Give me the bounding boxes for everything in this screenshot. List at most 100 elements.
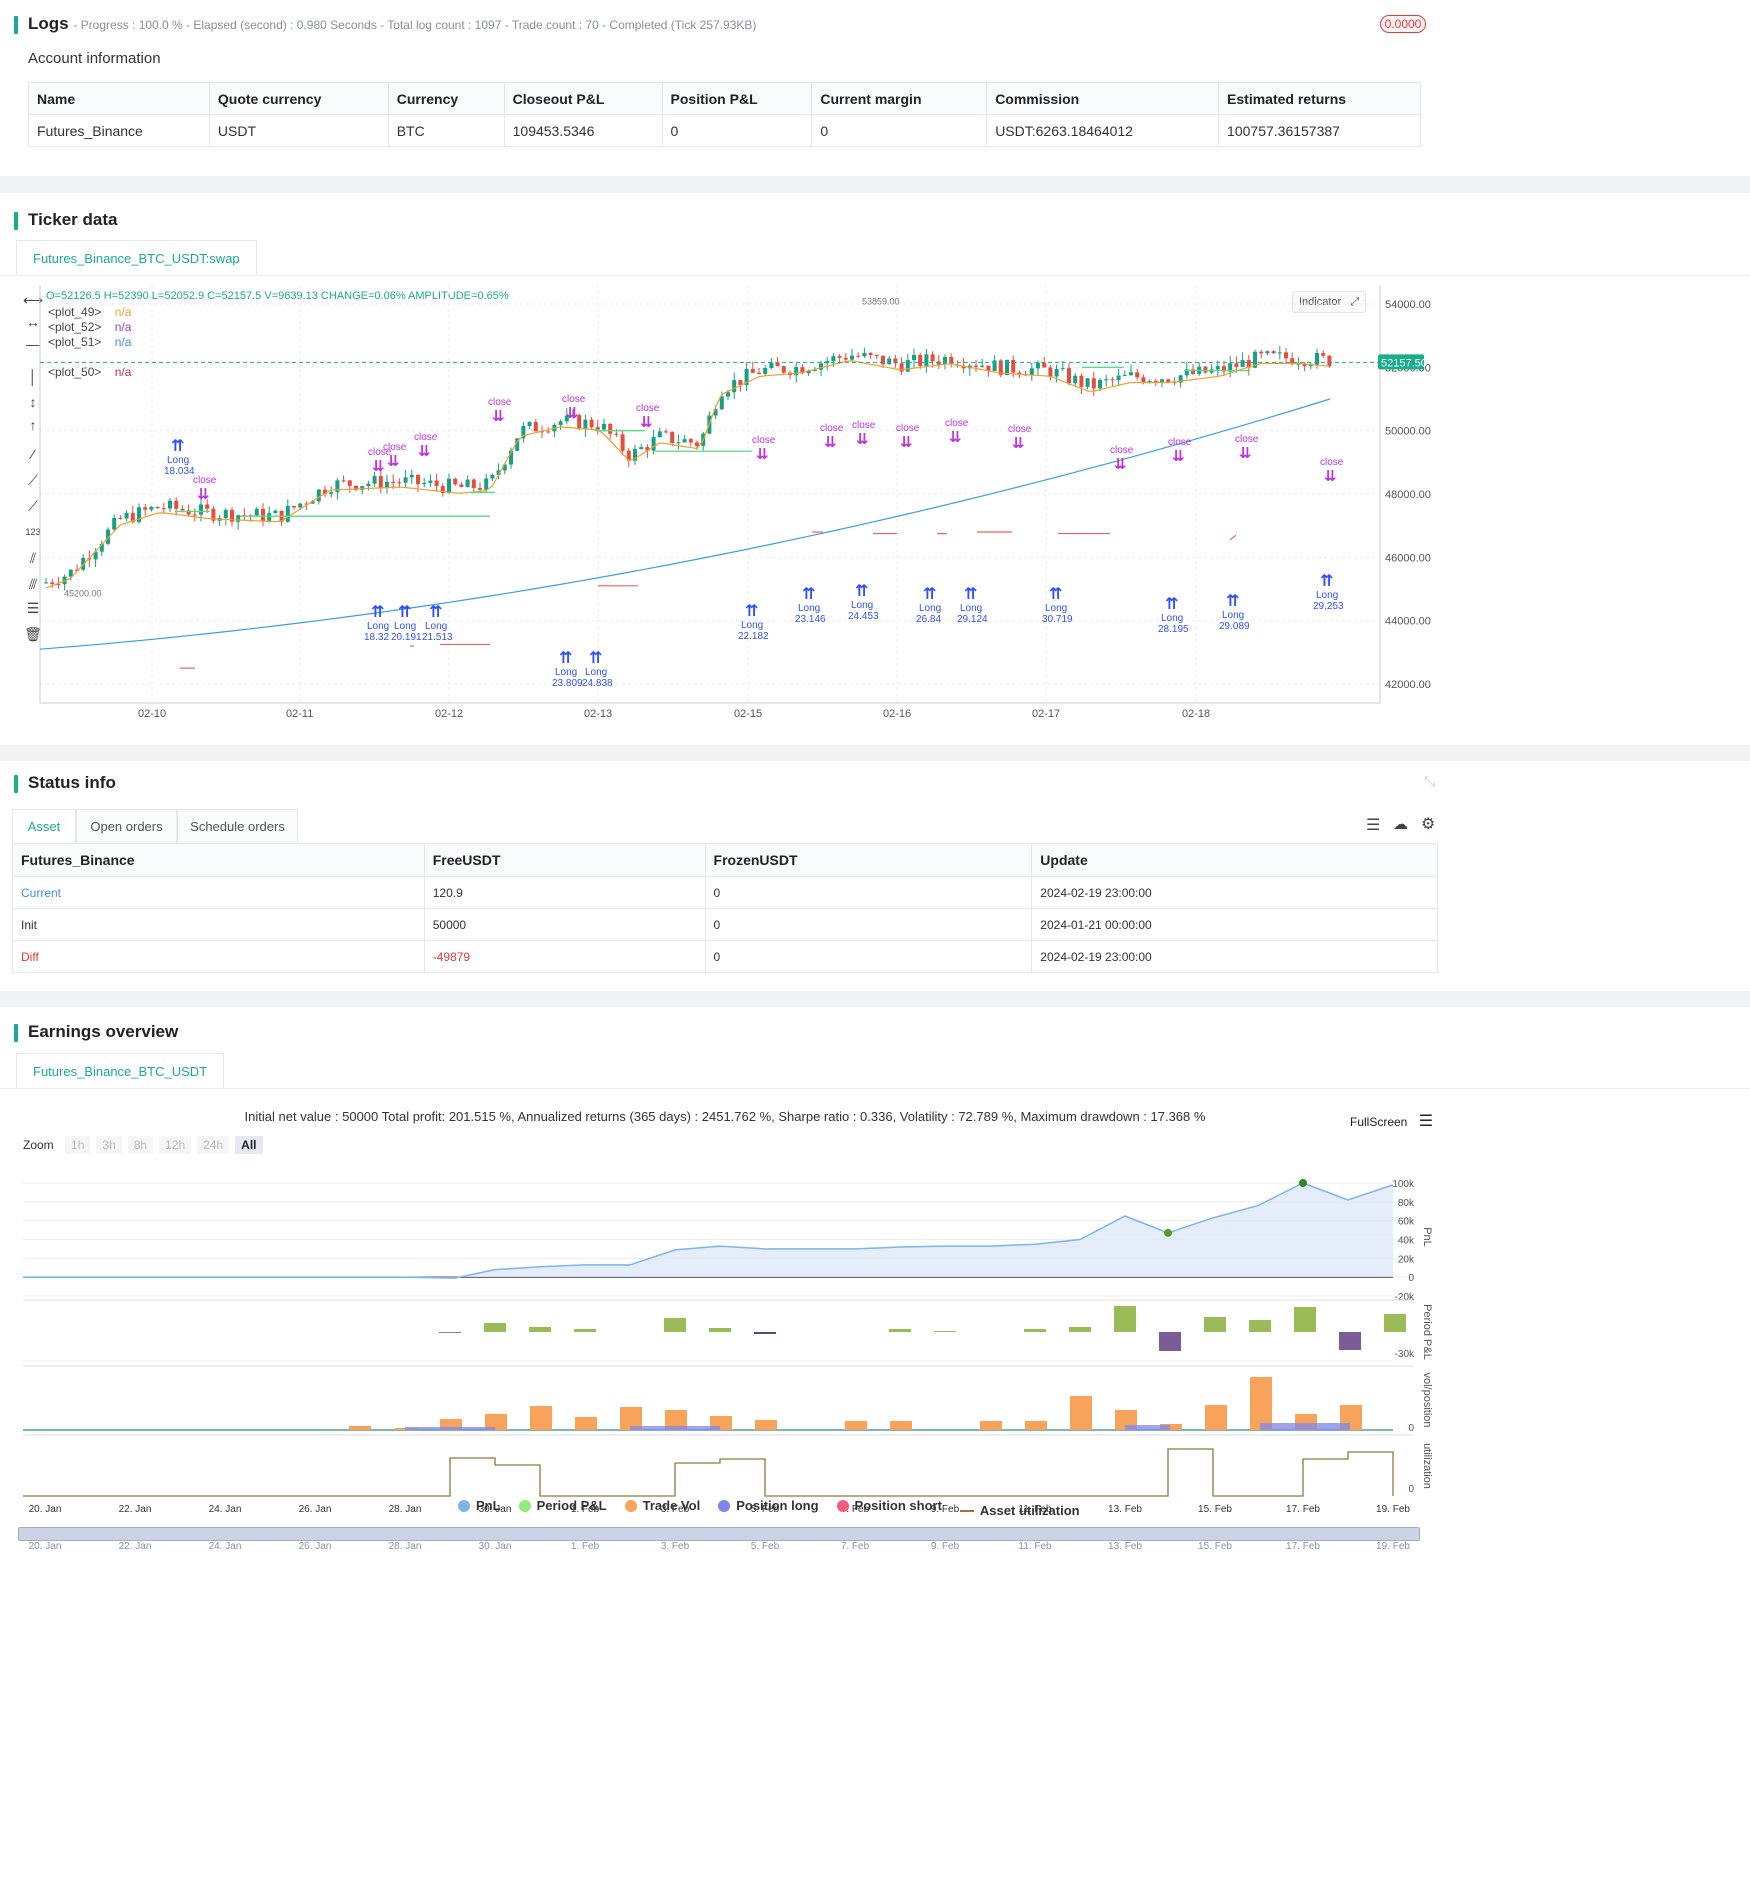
candle-body bbox=[68, 569, 73, 577]
candle-body bbox=[757, 372, 761, 374]
account-cell: BTC bbox=[387, 114, 505, 147]
period-pnl-bar bbox=[1069, 1327, 1091, 1332]
candle-body bbox=[856, 355, 861, 357]
candle-body bbox=[465, 479, 470, 488]
candle-body bbox=[924, 354, 929, 366]
long-label: Long bbox=[851, 600, 873, 611]
legend-item[interactable]: Asset utilization bbox=[959, 1503, 1080, 1518]
close-exit-arrow: ⇊ bbox=[640, 413, 653, 431]
legend-item[interactable]: Trade Vol bbox=[624, 1498, 700, 1513]
tab-open-orders[interactable]: Open orders bbox=[76, 809, 177, 843]
period-pnl-bar bbox=[664, 1318, 686, 1332]
trade-size-label: 29.089 bbox=[1219, 621, 1250, 632]
candle-body bbox=[558, 421, 563, 425]
fullscreen-button[interactable]: FullScreen ☰ bbox=[1350, 1111, 1433, 1131]
period-pnl-bar bbox=[1339, 1332, 1361, 1350]
logs-panel: Logs - Progress : 100.0 % - Elapsed (sec… bbox=[0, 0, 1750, 176]
close-exit-arrow: ⇊ bbox=[1324, 467, 1337, 485]
earnings-summary: Initial net value : 50000 Total profit: … bbox=[244, 1109, 1206, 1124]
long-label: Long bbox=[585, 667, 607, 678]
tab-asset[interactable]: Asset bbox=[12, 809, 76, 843]
candle-body bbox=[918, 355, 923, 366]
legend-marker-icon bbox=[718, 1499, 731, 1512]
axis-title: PnL bbox=[1421, 1227, 1433, 1247]
zoom-12h[interactable]: 12h bbox=[159, 1136, 192, 1154]
candle-body bbox=[434, 480, 439, 487]
period-pnl-bar bbox=[754, 1332, 776, 1334]
gear-icon[interactable]: ⚙ bbox=[1421, 814, 1435, 834]
candle-body bbox=[775, 362, 780, 367]
legend-label: Period P&L bbox=[536, 1498, 607, 1513]
zoom-all[interactable]: All bbox=[235, 1136, 263, 1154]
list-icon[interactable]: ☰ bbox=[1366, 815, 1380, 835]
status-cell: Diff bbox=[12, 940, 425, 973]
legend-item[interactable]: Period P&L bbox=[518, 1498, 607, 1513]
legend-item[interactable]: PnL bbox=[458, 1498, 501, 1513]
position-long-bar bbox=[630, 1426, 720, 1430]
zoom-1h[interactable]: 1h bbox=[65, 1136, 91, 1154]
long-entry-arrow: ⇈ bbox=[1226, 591, 1239, 610]
account-heading: Account information bbox=[28, 50, 161, 67]
legend-item[interactable]: Position short bbox=[836, 1498, 942, 1513]
status-col-header: FreeUSDT bbox=[423, 843, 706, 877]
candle-body bbox=[397, 482, 402, 484]
candle-body bbox=[912, 355, 916, 360]
pnl-tick: 100k bbox=[1392, 1179, 1415, 1190]
close-exit-arrow: ⇊ bbox=[418, 442, 431, 460]
trade-size-label: 18.32 bbox=[364, 632, 389, 643]
zoom-3h[interactable]: 3h bbox=[96, 1136, 122, 1154]
candle-body bbox=[112, 517, 117, 530]
trade-vol-bar bbox=[755, 1420, 777, 1430]
logs-status: - Progress : 100.0 % - Elapsed (second) … bbox=[73, 18, 757, 32]
candle-body bbox=[285, 505, 290, 522]
period-pnl-bar bbox=[1024, 1329, 1046, 1332]
candle-body bbox=[868, 352, 873, 355]
zoom-8h[interactable]: 8h bbox=[127, 1136, 154, 1154]
candle-body bbox=[478, 487, 482, 490]
account-cell: 0 bbox=[811, 114, 988, 147]
candle-body bbox=[174, 500, 179, 509]
zoom-24h[interactable]: 24h bbox=[197, 1136, 230, 1154]
trade-size-label: 24.453 bbox=[848, 611, 879, 622]
trade-vol-bar bbox=[1250, 1377, 1272, 1430]
trade-size-label: 18.034 bbox=[164, 466, 195, 477]
pnl-tick: 60k bbox=[1398, 1217, 1415, 1228]
long-label: Long bbox=[741, 620, 763, 631]
tab-earnings-pair[interactable]: Futures_Binance_BTC_USDT bbox=[16, 1053, 225, 1089]
long-label: Long bbox=[1045, 603, 1067, 614]
candle-body bbox=[118, 517, 123, 519]
status-cell: 0 bbox=[704, 876, 1033, 909]
candle-body bbox=[1315, 353, 1319, 365]
account-table: Name Quote currency Currency Closeout P&L Po… bbox=[28, 82, 1421, 147]
candle-body bbox=[1116, 375, 1121, 381]
cloud-download-icon[interactable]: ☁ bbox=[1393, 815, 1408, 833]
account-cell: 109453.5346 bbox=[503, 114, 663, 147]
tab-schedule-orders[interactable]: Schedule orders bbox=[177, 809, 298, 843]
price-chart[interactable]: 54000.0052000.0050000.0048000.0046000.00… bbox=[0, 283, 1750, 723]
trade-vol-bar bbox=[1070, 1396, 1092, 1430]
trade-size-label: 24.838 bbox=[582, 678, 613, 689]
collapse-icon[interactable]: ⤡ bbox=[1424, 773, 1435, 790]
navigator-scrollbar[interactable] bbox=[18, 1527, 1420, 1541]
y-tick-label: 42000.00 bbox=[1385, 679, 1431, 691]
legend-marker-icon bbox=[959, 1509, 974, 1512]
candle-body bbox=[378, 476, 383, 489]
close-exit-arrow: ⇊ bbox=[1239, 444, 1252, 462]
close-exit-arrow: ⇊ bbox=[949, 428, 962, 446]
close-exit-arrow: ⇊ bbox=[1114, 455, 1127, 473]
candle-body bbox=[366, 483, 371, 487]
candle-body bbox=[1098, 379, 1102, 389]
candle-body bbox=[44, 582, 48, 584]
axis-title: vol/position bbox=[1421, 1372, 1433, 1427]
trade-size-label: 29.253 bbox=[1313, 601, 1344, 612]
candle-body bbox=[1073, 375, 1078, 384]
fullscreen-label: FullScreen bbox=[1350, 1115, 1408, 1129]
long-label: Long bbox=[394, 621, 416, 632]
navigator-tick-label: 7. Feb bbox=[841, 1541, 870, 1552]
candle-body bbox=[695, 442, 699, 446]
trade-size-label: 23.146 bbox=[795, 614, 826, 625]
tab-ticker-swap[interactable]: Futures_Binance_BTC_USDT:swap bbox=[16, 240, 257, 276]
legend-item[interactable]: Position long bbox=[718, 1498, 819, 1513]
long-entry-arrow: ⇈ bbox=[429, 602, 442, 621]
account-col-header: Estimated returns bbox=[1218, 82, 1421, 115]
